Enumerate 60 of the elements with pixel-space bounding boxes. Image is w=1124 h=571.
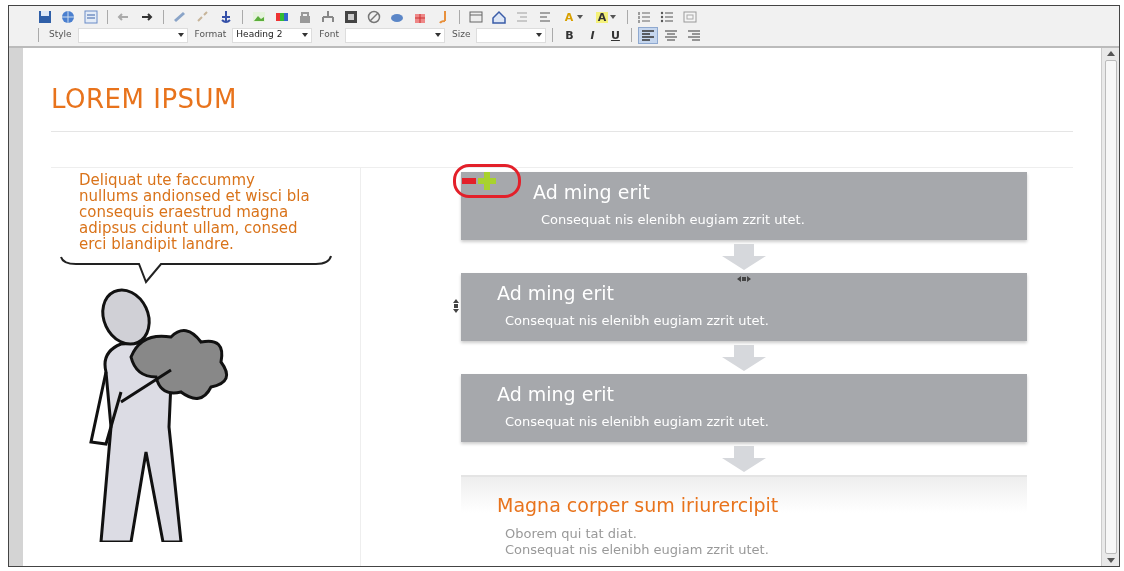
square-icon — [343, 9, 359, 25]
caret-icon — [302, 33, 309, 37]
scroll-down-icon[interactable] — [1106, 558, 1115, 563]
resize-handle-icon[interactable] — [737, 275, 751, 282]
document-button[interactable] — [81, 8, 101, 26]
dropdown-field[interactable]: Heading 2 — [232, 27, 313, 43]
align-right-icon — [686, 27, 703, 43]
numbered-list-icon — [636, 9, 652, 25]
minus-icon[interactable] — [462, 178, 476, 185]
frame-icon — [682, 9, 698, 25]
dropdown-label: Style — [49, 28, 72, 42]
dropdown-field[interactable] — [476, 27, 547, 43]
down-arrow-icon — [722, 445, 766, 472]
down-arrow-icon — [722, 344, 766, 371]
step-text: Consequat nis elenibh eugiam zzrit utet. — [505, 413, 770, 432]
lock-icon — [297, 9, 313, 25]
speech-bubble-text: Deliquat ute faccummy nullums andionsed et wisci bla consequis eraestrud magna adipsus cidunt ullam, consed erci blandipit landre. — [78, 172, 311, 253]
step-text: Consequat nis elenibh eugiam zzrit utet. — [505, 312, 770, 331]
align-left-icon — [640, 27, 657, 43]
home-icon — [491, 9, 507, 25]
underline-button[interactable]: U — [605, 26, 626, 44]
step-text: Consequat nis elenibh eugiam zzrit utet. — [541, 211, 806, 230]
caret-icon — [434, 33, 441, 37]
dropdown-label: Format — [194, 28, 227, 42]
plus-icon[interactable] — [478, 172, 496, 191]
italic-button[interactable]: I — [582, 26, 603, 44]
dropdown-label: Font — [319, 28, 339, 42]
caret-icon — [177, 33, 184, 37]
anchor-icon — [218, 9, 234, 25]
outdent-icon — [514, 9, 530, 25]
indent-icon — [537, 9, 553, 25]
globe-icon — [60, 9, 76, 25]
dropdown-field[interactable] — [344, 27, 445, 43]
scroll-up-icon[interactable] — [1106, 51, 1115, 56]
step-title: Ad ming erit — [497, 382, 615, 407]
align-center-icon — [663, 27, 680, 43]
down-arrow-icon — [722, 243, 766, 270]
align-left-button[interactable] — [638, 26, 659, 44]
vertical-scrollbar[interactable] — [1101, 48, 1119, 566]
resize-handle-icon[interactable] — [453, 298, 459, 313]
caret-icon — [577, 15, 584, 19]
step-title: Ad ming erit — [533, 180, 651, 205]
dropdown-label: Size — [451, 28, 471, 42]
dropdown-field[interactable] — [77, 27, 188, 43]
home-button[interactable] — [489, 8, 509, 26]
window-icon — [468, 9, 484, 25]
highlight-color-button[interactable]: A — [591, 8, 621, 26]
image-icon — [251, 9, 267, 25]
bullet-list-icon — [659, 9, 675, 25]
document-icon — [83, 9, 99, 25]
result-text: Oborem qui tat diat. Consequat nis elenibh eugiam zzrit utet. — [505, 525, 770, 558]
hierarchy-icon — [320, 9, 336, 25]
caret-icon — [610, 15, 617, 19]
bold-button[interactable]: B — [559, 26, 580, 44]
document-heading: LOREM IPSUM — [51, 48, 1073, 133]
prohibited-icon — [366, 9, 382, 25]
window-button[interactable] — [466, 8, 486, 26]
caret-icon — [536, 33, 543, 37]
result-title: Magna corper sum iriurercipit — [497, 493, 780, 519]
step-title: Ad ming erit — [497, 281, 615, 306]
